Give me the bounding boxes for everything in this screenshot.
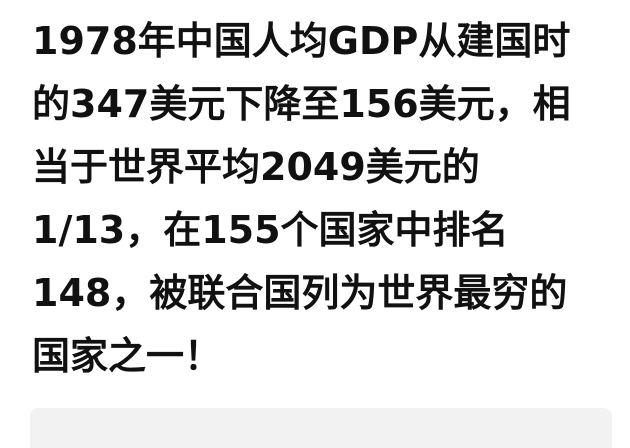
post-text-line: 148，被联合国列为世界最穷的 [32, 271, 568, 315]
embedded-card-preview[interactable] [30, 408, 612, 448]
post-text-line: 1/13，在155个国家中排名 [32, 208, 509, 252]
post-text-line: 当于世界平均2049美元的 [32, 145, 480, 189]
post-container: 1978年中国人均GDP从建国时 的347美元下降至156美元，相 当于世界平均… [0, 0, 630, 448]
post-text-line: 国家之一！ [32, 334, 223, 378]
post-text-line: 的347美元下降至156美元，相 [32, 82, 571, 126]
post-text: 1978年中国人均GDP从建国时 的347美元下降至156美元，相 当于世界平均… [32, 10, 612, 388]
post-text-line: 1978年中国人均GDP从建国时 [32, 19, 571, 63]
